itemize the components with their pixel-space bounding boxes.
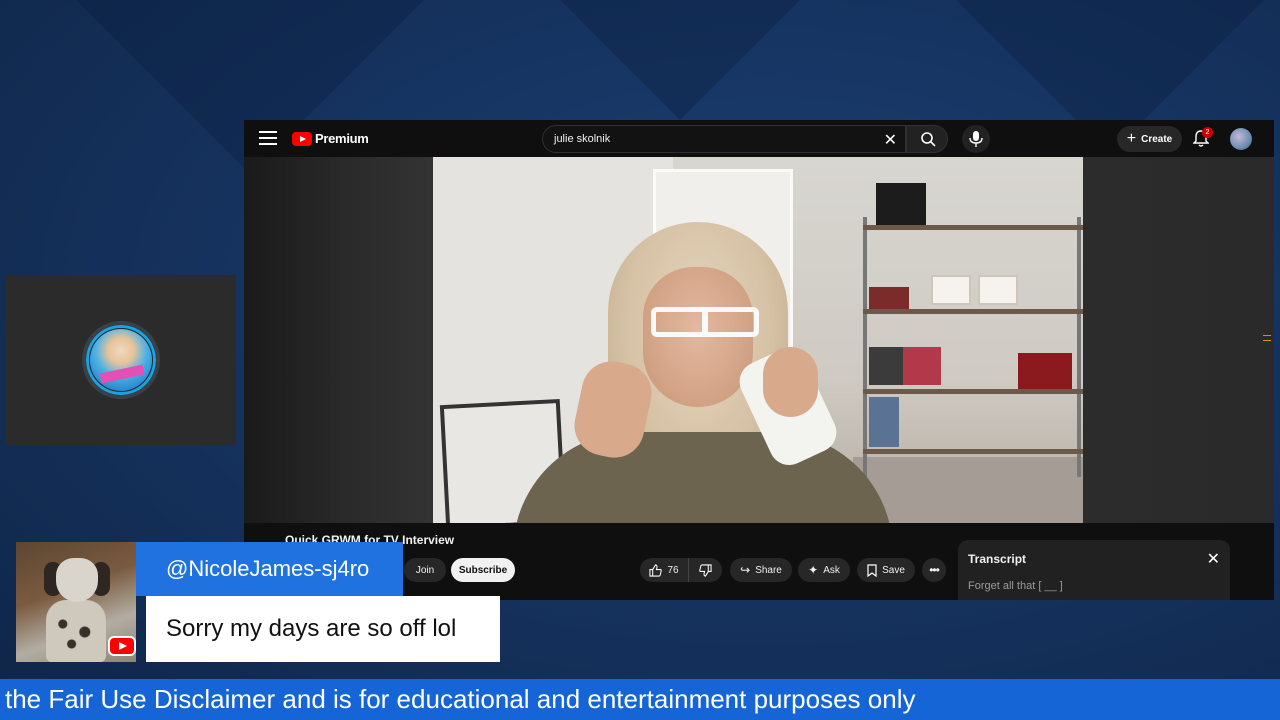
share-label: Share xyxy=(755,564,782,576)
notifications-button[interactable]: 2 xyxy=(1192,127,1213,149)
video-shelf-post xyxy=(1077,217,1081,477)
search-button[interactable] xyxy=(906,125,948,153)
thumbs-down-icon xyxy=(699,563,712,577)
menu-icon[interactable] xyxy=(259,131,277,145)
youtube-premium-logo[interactable]: Premium xyxy=(292,131,369,146)
create-button[interactable]: + Create xyxy=(1117,126,1182,152)
streamer-camera-panel xyxy=(6,275,236,445)
join-button[interactable]: Join xyxy=(404,558,446,582)
join-label: Join xyxy=(415,564,435,576)
video-person-glasses xyxy=(651,307,759,337)
dog-head xyxy=(56,558,98,602)
avatar-ring xyxy=(86,325,156,395)
more-actions-button[interactable]: ••• xyxy=(922,558,946,582)
account-avatar[interactable] xyxy=(1230,128,1252,150)
channel-avatar xyxy=(82,321,160,399)
chat-message: Sorry my days are so off lol xyxy=(146,596,500,662)
transcript-title: Transcript xyxy=(968,552,1027,566)
disclaimer-ticker: the Fair Use Disclaimer and is for educa… xyxy=(0,679,1280,720)
microphone-icon xyxy=(969,131,983,147)
video-books xyxy=(869,287,909,309)
save-label: Save xyxy=(882,564,905,576)
plus-icon: + xyxy=(1126,130,1137,147)
background-pattern xyxy=(510,0,850,120)
youtube-window: Premium julie skolnik ✕ + Create 2 Quick… xyxy=(244,120,1274,600)
chat-user-photo xyxy=(16,542,136,662)
subscribe-label: Subscribe xyxy=(458,564,508,576)
side-marker-icon xyxy=(1263,335,1271,341)
video-red-box xyxy=(1018,353,1072,389)
video-shelf xyxy=(863,449,1083,454)
youtube-play-icon xyxy=(292,131,312,146)
video-books xyxy=(869,347,905,385)
video-photo xyxy=(978,275,1018,305)
ask-label: Ask xyxy=(823,564,840,576)
video-shelf-post xyxy=(863,217,867,477)
video-player[interactable] xyxy=(244,157,1274,523)
search-icon xyxy=(921,132,936,147)
dog-spots xyxy=(54,612,98,652)
video-books xyxy=(903,347,941,385)
share-button[interactable]: ↪ Share xyxy=(730,558,792,582)
video-person-hand xyxy=(763,347,818,417)
bookmark-icon xyxy=(867,563,877,577)
video-shelf xyxy=(863,389,1083,394)
like-count: 76 xyxy=(667,564,679,576)
notification-count-badge: 2 xyxy=(1202,127,1213,138)
ticker-text: the Fair Use Disclaimer and is for educa… xyxy=(5,684,916,714)
dislike-button[interactable] xyxy=(688,558,722,582)
search-query: julie skolnik xyxy=(554,133,611,145)
transcript-panel: Transcript ✕ Forget all that [ __ ] xyxy=(958,540,1230,600)
like-button[interactable]: 76 xyxy=(640,558,688,582)
subscribe-button[interactable]: Subscribe xyxy=(451,558,515,582)
chat-username: @NicoleJames-sj4ro xyxy=(166,556,370,581)
logo-text: Premium xyxy=(315,131,369,146)
close-icon[interactable]: ✕ xyxy=(1207,549,1220,569)
search-input[interactable]: julie skolnik ✕ xyxy=(542,125,906,153)
thumbs-up-icon xyxy=(649,563,663,577)
video-photo xyxy=(931,275,971,305)
create-label: Create xyxy=(1141,133,1173,145)
ask-button[interactable]: ✦ Ask xyxy=(798,558,850,582)
video-speaker xyxy=(876,183,926,225)
chat-username-bar: @NicoleJames-sj4ro xyxy=(136,542,403,596)
video-person-face xyxy=(643,267,753,407)
video-floor xyxy=(853,457,1083,523)
video-shelf xyxy=(863,309,1083,314)
youtube-topbar: Premium julie skolnik ✕ + Create 2 xyxy=(244,120,1274,157)
youtube-badge-icon xyxy=(108,636,136,656)
video-shelf xyxy=(863,225,1083,230)
chat-message-text: Sorry my days are so off lol xyxy=(166,615,457,642)
video-books xyxy=(869,397,899,447)
clear-search-icon[interactable]: ✕ xyxy=(884,130,897,150)
video-frame[interactable] xyxy=(433,157,1083,523)
transcript-segment[interactable]: Forget all that [ __ ] xyxy=(968,580,1063,592)
more-horizontal-icon: ••• xyxy=(929,563,940,577)
voice-search-button[interactable] xyxy=(962,125,990,153)
save-button[interactable]: Save xyxy=(857,558,915,582)
sparkle-icon: ✦ xyxy=(808,563,819,577)
share-icon: ↪ xyxy=(740,563,751,577)
